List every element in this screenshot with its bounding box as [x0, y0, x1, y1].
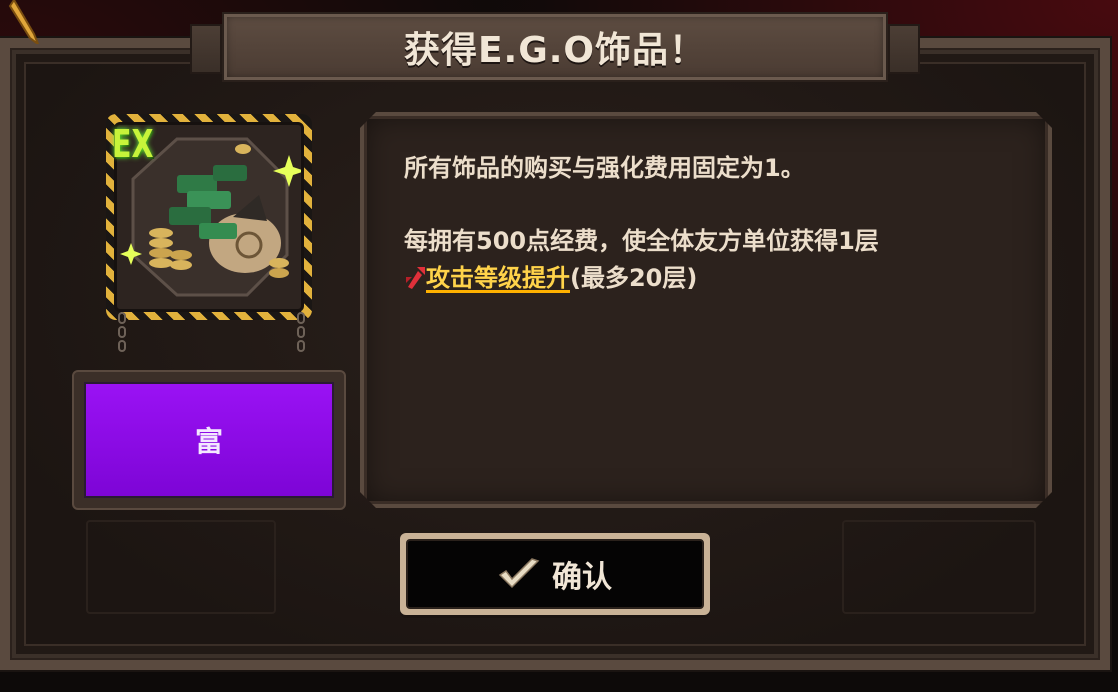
attack-up-icon — [406, 267, 425, 289]
description-line-3: 攻击等级提升(最多20层) — [404, 260, 1024, 297]
dialog-title: 获得E.G.O饰品！ — [403, 30, 707, 71]
description-text: 所有饰品的购买与强化费用固定为1。 每拥有500点经费，使全体友方单位获得1层 … — [404, 150, 1024, 297]
description-suffix: (最多20层) — [570, 264, 698, 292]
quill-icon — [8, 0, 40, 44]
chain-right — [297, 312, 305, 354]
ex-badge: EX — [112, 122, 154, 166]
confirm-label: 确认 — [552, 560, 612, 595]
title-cap-left — [190, 24, 222, 74]
confirm-button[interactable]: 确认 — [400, 533, 710, 615]
title-cap-right — [888, 24, 920, 74]
decor-frame-right — [842, 520, 1036, 614]
rarity-label: 富 — [84, 382, 334, 498]
description-line-1: 所有饰品的购买与强化费用固定为1。 — [404, 154, 805, 182]
rarity-plate: 富 — [72, 370, 346, 510]
chain-left — [118, 312, 126, 354]
keyword-attack-up[interactable]: 攻击等级提升 — [426, 264, 570, 292]
checkmark-icon — [498, 558, 540, 589]
description-line-2: 每拥有500点经费，使全体友方单位获得1层 — [404, 227, 879, 255]
confirm-button-inner[interactable]: 确认 — [406, 539, 704, 609]
decor-frame-left — [86, 520, 276, 614]
